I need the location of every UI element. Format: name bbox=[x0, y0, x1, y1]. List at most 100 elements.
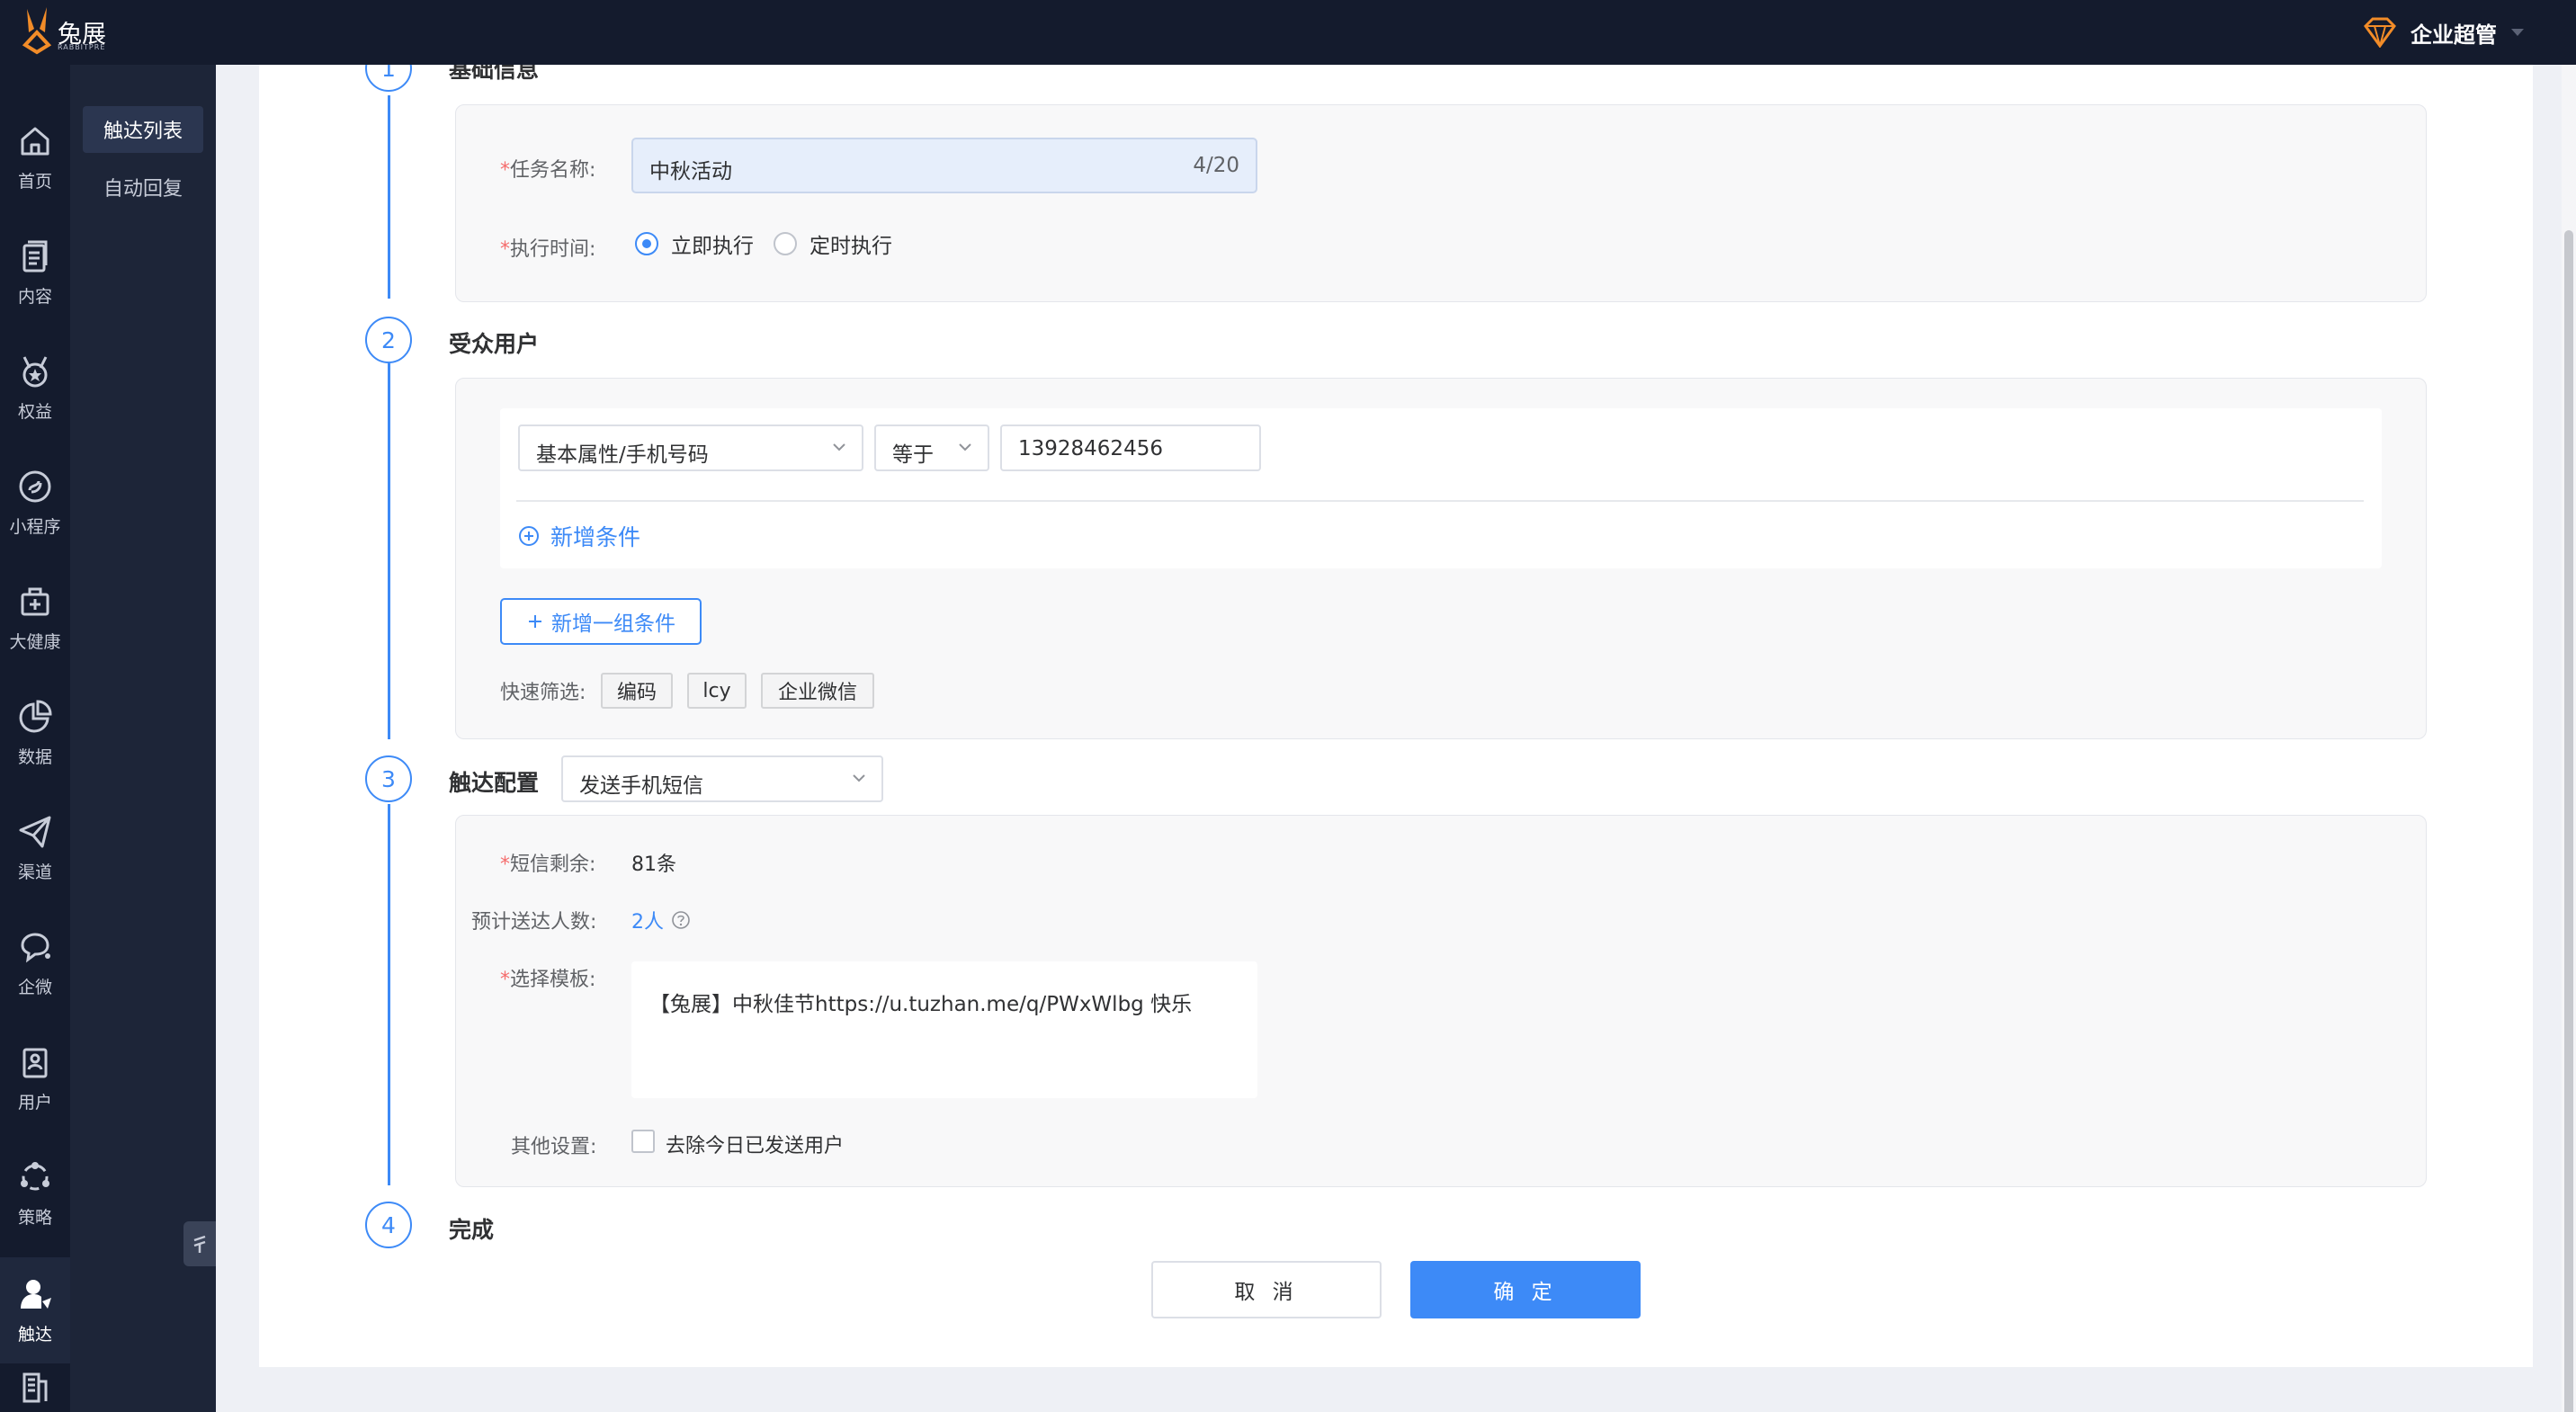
quick-filter-tag[interactable]: 编码 bbox=[601, 673, 673, 709]
building-icon bbox=[22, 1372, 48, 1403]
nav-label: 触达 bbox=[17, 1324, 52, 1345]
mini-program-icon bbox=[19, 470, 51, 502]
user-name: 企业超管 bbox=[2411, 22, 2497, 48]
radio-dot[interactable] bbox=[774, 232, 797, 255]
nav-item-data[interactable]: 数据 bbox=[0, 680, 70, 786]
quick-filter-tag[interactable]: lcy bbox=[687, 673, 747, 709]
add-condition-link[interactable]: 新增条件 bbox=[518, 520, 640, 552]
user-menu[interactable]: 企业超管 bbox=[2362, 13, 2524, 52]
sub-sidebar: 触达列表 自动回复 bbox=[70, 65, 216, 1412]
plus-circle-icon bbox=[519, 526, 539, 546]
exclude-sent-checkbox[interactable] bbox=[631, 1130, 655, 1153]
template-text: 【兔展】中秋佳节https://u.tuzhan.me/q/PWxWlbg 快乐 bbox=[649, 993, 1193, 1016]
main-nav-rail: 首页 内容 权益 小程序 大健康 数据 渠道 企微 用户 策略 触达 bbox=[0, 65, 70, 1412]
help-icon[interactable] bbox=[671, 910, 691, 930]
nav-label: 内容 bbox=[17, 286, 52, 307]
nav-item-channel[interactable]: 渠道 bbox=[0, 795, 70, 901]
add-condition-group-button[interactable]: 新增一组条件 bbox=[500, 598, 702, 645]
required-mark: * bbox=[500, 238, 510, 261]
document-icon bbox=[22, 240, 48, 272]
home-icon bbox=[21, 127, 49, 155]
estimated-reach-value[interactable]: 2人 bbox=[631, 906, 664, 934]
step-number: 3 bbox=[365, 755, 412, 802]
radio-label: 立即执行 bbox=[671, 235, 754, 258]
strategy-icon bbox=[21, 1161, 49, 1190]
top-bar-overlay: 企业超管 bbox=[216, 0, 2576, 65]
nav-item-miniprogram[interactable]: 小程序 bbox=[0, 450, 70, 556]
step-connector bbox=[388, 363, 390, 739]
nav-label: 首页 bbox=[17, 171, 52, 192]
channel-select[interactable]: 发送手机短信 bbox=[561, 755, 883, 802]
divider bbox=[516, 500, 2364, 502]
nav-item-home[interactable]: 首页 bbox=[0, 104, 70, 210]
cancel-button[interactable]: 取 消 bbox=[1151, 1261, 1382, 1318]
step-connector bbox=[388, 804, 390, 1185]
step-number: 2 bbox=[365, 317, 412, 363]
medal-icon bbox=[22, 355, 48, 387]
nav-item-health[interactable]: 大健康 bbox=[0, 565, 70, 671]
exec-time-label: *执行时间: bbox=[500, 233, 595, 262]
sms-remaining-label-text: 短信剩余: bbox=[510, 853, 596, 876]
radio-dot-checked[interactable] bbox=[635, 232, 658, 255]
nav-label: 用户 bbox=[17, 1092, 52, 1113]
radio-immediate[interactable]: 立即执行 bbox=[635, 228, 754, 259]
step-connector bbox=[388, 95, 390, 299]
chevron-down-icon bbox=[959, 443, 971, 451]
task-name-input[interactable]: 中秋活动 4/20 bbox=[631, 138, 1257, 193]
select-value: 基本属性/手机号码 bbox=[536, 443, 709, 467]
nav-label: 小程序 bbox=[9, 516, 61, 537]
char-counter: 4/20 bbox=[1193, 154, 1239, 177]
nav-item-reach[interactable]: 触达 bbox=[0, 1257, 70, 1363]
step-title: 受众用户 bbox=[449, 331, 540, 357]
exclude-sent-label: 去除今日已发送用户 bbox=[666, 1135, 845, 1157]
nav-item-users[interactable]: 用户 bbox=[0, 1025, 70, 1131]
input-value: 13928462456 bbox=[1018, 437, 1163, 460]
chat-bubble-icon bbox=[21, 932, 50, 962]
nav-item-wecom[interactable]: 企微 bbox=[0, 910, 70, 1016]
sms-remaining-value: 81条 bbox=[631, 853, 676, 876]
radio-label: 定时执行 bbox=[809, 235, 892, 258]
nav-item-benefits[interactable]: 权益 bbox=[0, 335, 70, 441]
nav-label: 企微 bbox=[17, 977, 52, 997]
scrollbar-thumb[interactable] bbox=[2564, 230, 2573, 1412]
quick-filter-label: 快速筛选: bbox=[500, 682, 586, 704]
attribute-select[interactable]: 基本属性/手机号码 bbox=[518, 424, 863, 471]
user-reach-icon bbox=[21, 1279, 51, 1309]
subnav-item-auto-reply[interactable]: 自动回复 bbox=[83, 164, 203, 210]
task-name-label-text: 任务名称: bbox=[510, 159, 596, 182]
chevron-down-icon bbox=[833, 443, 845, 451]
quick-filter-tag[interactable]: 企业微信 bbox=[761, 673, 874, 709]
nav-item-content[interactable]: 内容 bbox=[0, 219, 70, 326]
nav-label: 数据 bbox=[17, 746, 52, 767]
template-label-text: 选择模板: bbox=[510, 969, 596, 991]
step-title: 触达配置 bbox=[449, 770, 540, 796]
exec-time-label-text: 执行时间: bbox=[510, 238, 596, 261]
medical-kit-icon bbox=[21, 587, 49, 615]
subnav-item-reach-list[interactable]: 触达列表 bbox=[83, 106, 203, 153]
operator-select[interactable]: 等于 bbox=[874, 424, 989, 471]
plus-icon bbox=[529, 615, 541, 628]
required-mark: * bbox=[500, 853, 510, 876]
task-name-value: 中秋活动 bbox=[649, 160, 732, 183]
condition-value-input[interactable]: 13928462456 bbox=[1000, 424, 1261, 471]
nav-label: 策略 bbox=[17, 1207, 52, 1228]
nav-item-strategy[interactable]: 策略 bbox=[0, 1140, 70, 1247]
nav-label: 权益 bbox=[17, 401, 52, 422]
other-settings-label: 其他设置: bbox=[511, 1136, 597, 1158]
template-selector[interactable]: 【兔展】中秋佳节https://u.tuzhan.me/q/PWxWlbg 快乐 bbox=[631, 961, 1257, 1098]
basic-info-card bbox=[455, 104, 2427, 302]
confirm-button[interactable]: 确 定 bbox=[1410, 1261, 1641, 1318]
app-logo[interactable]: 兔展 RABBITPRE bbox=[20, 5, 119, 58]
estimated-reach-label: 预计送达人数: bbox=[471, 911, 597, 934]
nav-item-more[interactable] bbox=[0, 1360, 70, 1412]
sms-remaining-label: *短信剩余: bbox=[500, 848, 595, 877]
collapse-sidebar-button[interactable] bbox=[183, 1221, 216, 1266]
step-title: 完成 bbox=[449, 1217, 495, 1243]
scrollbar-track[interactable] bbox=[2562, 65, 2576, 1412]
template-label: *选择模板: bbox=[500, 963, 595, 992]
add-group-label: 新增一组条件 bbox=[551, 612, 675, 636]
task-name-label: *任务名称: bbox=[500, 154, 595, 183]
radio-scheduled[interactable]: 定时执行 bbox=[774, 228, 892, 259]
step-number: 4 bbox=[365, 1202, 412, 1248]
collapse-icon bbox=[193, 1235, 206, 1253]
